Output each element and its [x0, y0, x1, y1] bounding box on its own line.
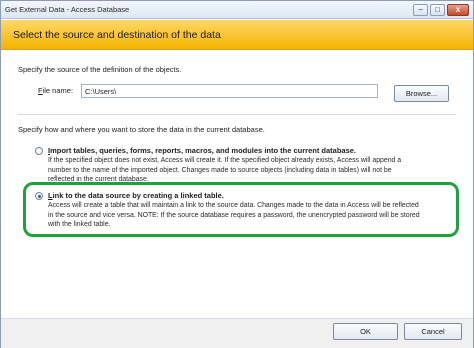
title-bar[interactable]: Get External Data - Access Database – □ …	[1, 1, 473, 19]
section-divider	[18, 114, 456, 115]
banner-heading: Select the source and destination of the…	[13, 29, 221, 41]
ok-button[interactable]: OK	[333, 323, 398, 340]
minimize-icon[interactable]: –	[413, 4, 428, 16]
window-title: Get External Data - Access Database	[5, 5, 130, 14]
header-banner: Select the source and destination of the…	[1, 20, 473, 50]
link-desc-line: Access will create a table that will mai…	[48, 202, 419, 209]
link-option-label[interactable]: Link to the data source by creating a li…	[48, 191, 224, 200]
source-instructions: Specify the source of the definition of …	[18, 65, 182, 74]
dialog-footer	[1, 318, 473, 348]
link-desc-line: with the linked table.	[48, 221, 111, 228]
import-option-description: If the specified object does not exist, …	[48, 156, 401, 185]
link-option-description: Access will create a table that will mai…	[48, 201, 420, 230]
close-icon[interactable]: x	[447, 4, 469, 16]
import-radio[interactable]	[35, 147, 43, 155]
link-desc-line: in the source and vice versa. NOTE: If t…	[48, 211, 420, 219]
maximize-icon[interactable]: □	[430, 4, 445, 16]
import-desc-line: If the specified object does not exist, …	[48, 157, 402, 164]
file-name-label: File name:	[38, 86, 73, 95]
cancel-button[interactable]: Cancel	[404, 323, 462, 340]
window-controls: – □ x	[413, 4, 469, 16]
link-option-text: ink to the data source by creating a lin…	[52, 191, 224, 200]
link-radio[interactable]	[35, 192, 43, 200]
import-option-label[interactable]: Import tables, queries, forms, reports, …	[48, 146, 356, 155]
get-external-data-dialog: Get External Data - Access Database – □ …	[0, 0, 474, 348]
storage-instructions: Specify how and where you want to store …	[18, 125, 265, 134]
file-name-label-text: ile name:	[42, 86, 74, 95]
file-name-field[interactable]	[81, 84, 378, 98]
browse-button[interactable]: Browse...	[394, 85, 449, 102]
import-desc-line: number to the name of the imported objec…	[48, 166, 392, 174]
import-option-text: mport tables, queries, forms, reports, m…	[50, 146, 357, 155]
